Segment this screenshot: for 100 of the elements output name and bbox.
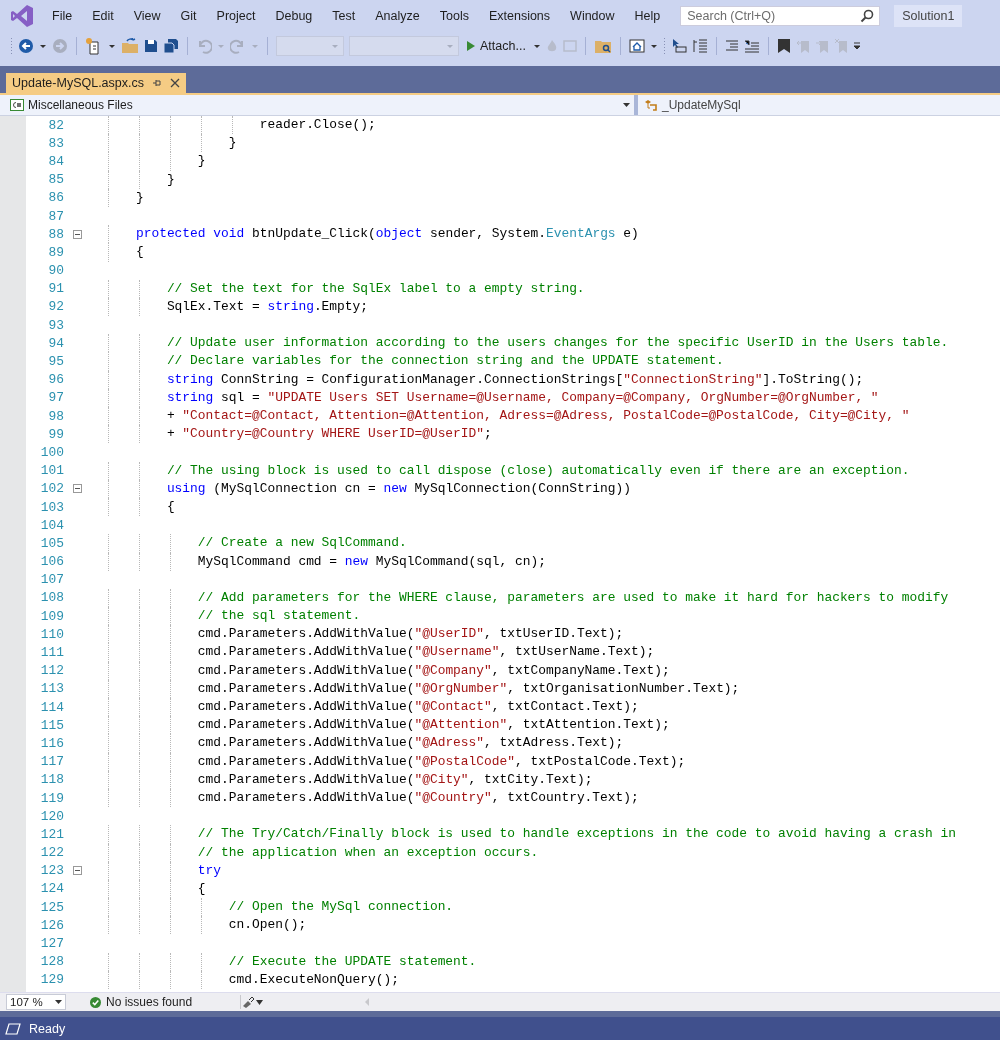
line-number: 122 (39, 845, 64, 861)
line-number: 87 (47, 208, 64, 224)
line-number: 107 (39, 572, 64, 588)
code-line: cmd.Parameters.AddWithValue("@UserID", txtUserID.Text); (196, 625, 624, 644)
menu-item[interactable]: Help (624, 9, 671, 23)
brush-icon[interactable] (241, 996, 255, 1008)
menu-item[interactable]: View (123, 9, 171, 23)
save-all-icon[interactable] (163, 38, 179, 54)
search-field[interactable]: Search (Ctrl+Q) (680, 6, 881, 26)
menu-item[interactable]: Debug (265, 9, 323, 23)
collapse-icon[interactable] (72, 484, 82, 494)
pin-icon[interactable] (152, 78, 162, 88)
project-dropdown[interactable]: Miscellaneous Files (0, 95, 634, 115)
line-number: 115 (39, 717, 64, 733)
code-line: } (165, 170, 175, 189)
document-tab[interactable]: Update-MySQL.aspx.cs (6, 73, 186, 93)
code-line: cmd.Parameters.AddWithValue("@OrgNumber", txtOrganisationNumber.Text); (196, 679, 740, 698)
play-icon (466, 40, 476, 52)
menu-item[interactable]: Test (322, 9, 366, 23)
line-number: 106 (39, 554, 64, 570)
menu-item[interactable]: Edit (82, 9, 124, 23)
line-number: 88 (47, 226, 64, 242)
code-line: string sql = "UPDATE Users SET Username=@Username, Company=@Company, OrgNumber=@OrgNumber, " (165, 388, 879, 407)
code-line: cmd.Parameters.AddWithValue("@Attention", txtAttention.Text); (196, 716, 670, 735)
attach-button[interactable]: Attach... (464, 39, 528, 53)
dropdown-field[interactable] (276, 36, 344, 56)
dropdown-field[interactable] (349, 36, 459, 56)
menu-item[interactable]: Project (206, 9, 266, 23)
caret-icon[interactable] (649, 43, 658, 49)
code-line: + "Contact=@Contact, Attention=@Attention, Adress=@Adress, PostalCode=@PostalCode, City=@City, " (165, 407, 910, 425)
issues-status[interactable]: No issues found (106, 995, 193, 1009)
line-number: 110 (39, 626, 64, 642)
caret-icon[interactable] (532, 43, 541, 49)
indent-icon[interactable] (724, 40, 739, 52)
overflow-icon[interactable] (852, 42, 861, 50)
search-icon[interactable] (860, 9, 875, 23)
code-line: MySqlCommand cmd = new MySqlCommand(sql, cn); (196, 552, 546, 571)
folder-icon[interactable] (121, 38, 139, 54)
code-line: reader.Close(); (258, 116, 376, 134)
line-number: 83 (47, 135, 64, 151)
code-line: using (MySqlConnection cn = new MySqlConnection(ConnString)) (165, 479, 632, 498)
code-line: // Set the text for the SqlEx label to a empty string. (165, 279, 585, 298)
menu-item[interactable]: Tools (429, 9, 479, 23)
code-line: // Create a new SqlCommand. (196, 534, 407, 553)
close-icon[interactable] (170, 78, 180, 88)
line-number: 103 (39, 499, 64, 515)
line-number: 96 (47, 372, 64, 388)
line-number: 102 (39, 481, 64, 497)
line-number: 100 (39, 444, 64, 460)
save-icon[interactable] (144, 39, 158, 53)
line-number: 99 (47, 426, 64, 442)
member-dropdown[interactable]: _UpdateMySql (638, 95, 1000, 115)
line-number: 111 (39, 645, 64, 661)
code-line: // Open the MySql connection. (227, 898, 454, 917)
outdent-icon[interactable] (743, 39, 760, 53)
collapse-icon[interactable] (72, 229, 82, 239)
caret-icon[interactable] (255, 999, 264, 1005)
folder-search-icon[interactable] (593, 38, 612, 54)
code-line: cmd.ExecuteNonQuery(); (227, 970, 399, 989)
caret-icon (623, 103, 630, 107)
line-number: 85 (47, 172, 64, 188)
line-number: 113 (39, 681, 64, 697)
line-number: 126 (39, 917, 64, 933)
line-number: 128 (39, 954, 64, 970)
line-number: 93 (47, 317, 64, 333)
menu-item[interactable]: Extensions (478, 9, 561, 23)
app-logo-icon[interactable] (8, 2, 36, 30)
list-icon[interactable] (691, 38, 708, 54)
line-number: 98 (47, 408, 64, 424)
bookmark-icon[interactable] (776, 38, 791, 54)
code-line: cmd.Parameters.AddWithValue("@PostalCode", txtPostalCode.Text); (196, 752, 686, 771)
menu-item[interactable]: Window (560, 9, 625, 23)
line-number: 104 (39, 517, 64, 533)
line-number: 118 (39, 772, 64, 788)
line-number: 116 (39, 735, 64, 751)
line-number: 114 (39, 699, 64, 715)
solution-name[interactable]: Solution1 (894, 5, 963, 27)
code-line: { (134, 243, 144, 262)
zoom-dropdown[interactable]: 107 % (6, 994, 66, 1010)
line-number: 95 (47, 354, 64, 370)
code-line: cmd.Parameters.AddWithValue("@Username", txtUserName.Text); (196, 643, 655, 662)
code-line: try (196, 861, 222, 880)
line-number: 105 (39, 535, 64, 551)
collapse-icon[interactable] (72, 866, 82, 876)
code-line: string ConnString = ConfigurationManager.ConnectionStrings["ConnectionString"].ToString(); (165, 370, 864, 389)
code-line: } (196, 152, 206, 171)
code-line: protected void btnUpdate_Click(object sender, System.EventArgs e) (134, 225, 639, 244)
line-number: 112 (39, 663, 64, 679)
line-number: 101 (39, 463, 64, 479)
status-icon (5, 1022, 21, 1035)
code-line: // The Try/Catch/Finally block is used to handle exceptions in the code to avoid having a crash in (196, 825, 956, 844)
caret-icon[interactable] (108, 43, 116, 49)
menu-item[interactable]: Git (170, 9, 207, 23)
home-icon[interactable] (628, 38, 645, 54)
line-number: 124 (39, 881, 64, 897)
menu-item[interactable]: File (42, 9, 83, 23)
caret-icon[interactable] (39, 43, 47, 49)
cursor-icon[interactable] (670, 38, 687, 54)
menu-item[interactable]: Analyze (365, 9, 430, 23)
code-line: // the application when an exception occurs. (196, 843, 539, 862)
